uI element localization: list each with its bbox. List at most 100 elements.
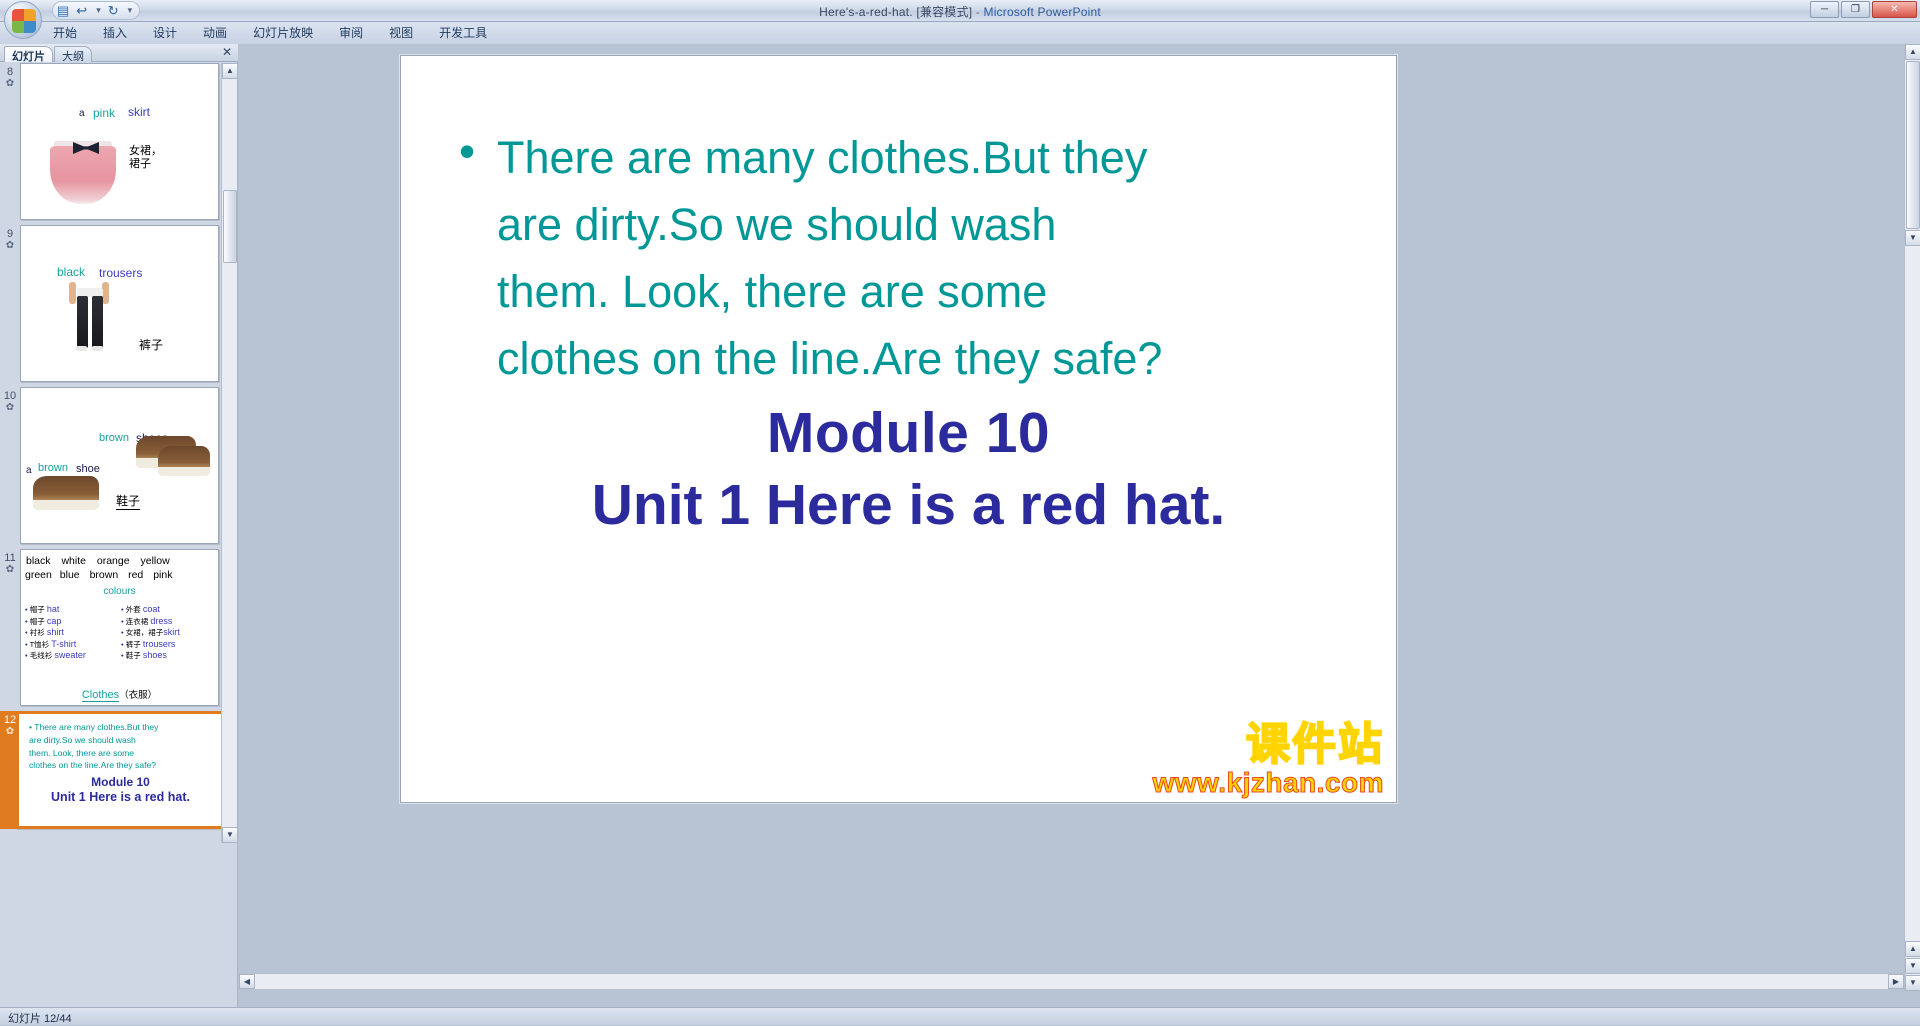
thumb9-cn-1: 裤子 xyxy=(139,336,163,353)
slide-text-placeholder[interactable]: • There are many clothes.But they are di… xyxy=(459,124,1358,542)
tab-developer[interactable]: 开发工具 xyxy=(426,22,500,44)
window-title-document: Here's-a-red-hat. [兼容模式] xyxy=(819,5,972,19)
window-title-separator: - xyxy=(972,5,983,19)
colour-black: black xyxy=(26,555,51,567)
customize-toolbar-icon[interactable]: ▾ xyxy=(128,5,133,16)
animation-star-icon: ✿ xyxy=(2,78,18,90)
quick-access-toolbar: ▤ ↩ ▾ ↻ ▾ xyxy=(52,1,140,20)
save-icon[interactable]: ▤ xyxy=(57,4,69,17)
list-item: • 裤子 trousers xyxy=(121,639,180,651)
slide-scroll-down-icon[interactable]: ▼ xyxy=(1905,230,1920,246)
list-item[interactable]: 9 ✿ black trousers 裤子 xyxy=(0,225,223,386)
tab-design[interactable]: 设计 xyxy=(140,22,190,44)
maximize-button[interactable]: ❐ xyxy=(1841,1,1870,18)
watermark-brand: 课件站 xyxy=(1152,723,1384,767)
close-button[interactable]: ✕ xyxy=(1872,1,1917,18)
title-bar: Here's-a-red-hat. [兼容模式] - Microsoft Pow… xyxy=(0,0,1920,22)
scrollbar-thumb[interactable] xyxy=(223,190,237,263)
list-item[interactable]: 10 ✿ brown shoes a brown shoe 鞋子 xyxy=(0,387,223,548)
slide-horizontal-scrollbar[interactable]: ◀ ▶ xyxy=(239,973,1904,989)
thumb10-word-shoe: shoe xyxy=(76,463,100,475)
list-item[interactable]: 8 ✿ a pink skirt 女裙， 裙子 xyxy=(0,63,223,224)
slide-counter: 幻灯片 12/44 xyxy=(8,1010,72,1026)
slide-thumbnail-12[interactable]: • There are many clothes.But they are di… xyxy=(16,711,223,829)
thumb10-word-brown-1: brown xyxy=(99,432,129,444)
tab-home[interactable]: 开始 xyxy=(40,22,90,44)
slide-number: 11 ✿ xyxy=(2,552,18,576)
window-controls: ─ ❐ ✕ xyxy=(1810,1,1917,18)
slide-thumbnail-10[interactable]: brown shoes a brown shoe 鞋子 xyxy=(20,387,219,544)
slide-number: 8 ✿ xyxy=(2,66,18,90)
window-title: Here's-a-red-hat. [兼容模式] - Microsoft Pow… xyxy=(0,3,1920,20)
animation-star-icon: ✿ xyxy=(2,564,18,576)
slide-body-line-1: There are many clothes.But they xyxy=(497,124,1162,191)
thumb10-cn-1: 鞋子 xyxy=(116,492,140,510)
list-item: • 外套 coat xyxy=(121,604,180,616)
thumb11-right-list: • 外套 coat • 连衣裙 dress • 女裙，裙子skirt • 裤子 … xyxy=(121,604,180,662)
tab-slideshow[interactable]: 幻灯片放映 xyxy=(240,22,326,44)
slide-body-line-4: clothes on the line.Are they safe? xyxy=(497,325,1162,392)
list-item: • 毛线衫 sweater xyxy=(25,650,86,662)
scroll-down-icon[interactable]: ▼ xyxy=(222,827,238,843)
window-title-app: Microsoft PowerPoint xyxy=(984,5,1101,19)
next-slide-icon[interactable]: ▼ xyxy=(1905,958,1920,974)
tab-view[interactable]: 视图 xyxy=(376,22,426,44)
thumb9-word-black: black xyxy=(57,265,85,279)
slide-vertical-scrollbar[interactable]: ▲ ▼ ▲ ▼ ▼ xyxy=(1904,44,1920,991)
colour-yellow: yellow xyxy=(141,555,170,567)
slide-body-line-3: them. Look, there are some xyxy=(497,258,1162,325)
thumb11-colour-row-2: green blue brown red pink xyxy=(25,569,215,581)
colour-red: red xyxy=(128,569,143,581)
hscroll-right-icon[interactable]: ▶ xyxy=(1888,974,1904,989)
pane-tab-outline[interactable]: 大纲 xyxy=(54,46,92,62)
previous-slide-icon[interactable]: ▲ xyxy=(1905,941,1920,957)
thumb8-word-a: a xyxy=(79,108,85,119)
pane-tab-slides[interactable]: 幻灯片 xyxy=(4,46,53,62)
colour-pink: pink xyxy=(153,569,172,581)
scroll-up-icon[interactable]: ▲ xyxy=(222,63,238,79)
thumb8-word-skirt: skirt xyxy=(128,105,150,119)
hscroll-left-icon[interactable]: ◀ xyxy=(239,974,255,989)
thumb11-footer-en: Clothes xyxy=(82,689,119,702)
slide-thumbnail-9[interactable]: black trousers 裤子 xyxy=(20,225,219,382)
slide-body-line-2: are dirty.So we should wash xyxy=(497,191,1162,258)
list-item: • 帽子 cap xyxy=(25,616,86,628)
redo-icon[interactable]: ↻ xyxy=(108,4,119,17)
thumbnail-scrollbar[interactable]: ▲ ▼ xyxy=(221,63,237,843)
thumb11-footer-cn: （衣服） xyxy=(119,690,157,701)
slide-number: 10 ✿ xyxy=(2,390,18,414)
thumb8-cn-2: 裙子 xyxy=(129,155,151,171)
tab-animations[interactable]: 动画 xyxy=(190,22,240,44)
colour-green: green xyxy=(25,569,52,581)
tab-insert[interactable]: 插入 xyxy=(90,22,140,44)
undo-dropdown-icon[interactable]: ▾ xyxy=(96,5,101,16)
thumbnail-list[interactable]: 8 ✿ a pink skirt 女裙， 裙子 9 ✿ xyxy=(0,63,223,843)
slide-thumbnail-11[interactable]: black white orange yellow green blue bro… xyxy=(20,549,219,706)
slide-thumbnail-8[interactable]: a pink skirt 女裙， 裙子 xyxy=(20,63,219,220)
colour-orange: orange xyxy=(97,555,130,567)
minimize-button[interactable]: ─ xyxy=(1810,1,1839,18)
colour-white: white xyxy=(61,555,86,567)
undo-icon[interactable]: ↩ xyxy=(76,4,87,17)
animation-star-icon: ✿ xyxy=(2,402,18,414)
slide-number: 9 ✿ xyxy=(2,228,18,252)
slide-canvas[interactable]: • There are many clothes.But they are di… xyxy=(400,55,1397,803)
list-item: • 鞋子 shoes xyxy=(121,650,180,662)
colour-brown: brown xyxy=(90,569,119,581)
slide-scroll-up-icon[interactable]: ▲ xyxy=(1905,44,1920,60)
close-pane-icon[interactable]: ✕ xyxy=(222,46,232,59)
slide-scroll-bottom-icon[interactable]: ▼ xyxy=(1905,975,1920,991)
thumb8-word-pink: pink xyxy=(93,106,115,120)
slide-scrollbar-thumb[interactable] xyxy=(1906,61,1920,229)
thumb12-body: • There are many clothes.But they are di… xyxy=(29,721,218,772)
list-item[interactable]: 12 ✿ • There are many clothes.But they a… xyxy=(0,711,223,843)
colour-blue: blue xyxy=(60,569,80,581)
office-button[interactable] xyxy=(4,1,42,39)
list-item: • T恤衫 T-shirt xyxy=(25,639,86,651)
tab-review[interactable]: 审阅 xyxy=(326,22,376,44)
ribbon-tabs: 开始 插入 设计 动画 幻灯片放映 审阅 视图 开发工具 xyxy=(0,22,1920,44)
thumb10-word-a: a xyxy=(26,465,32,476)
thumb9-word-trousers: trousers xyxy=(99,266,142,280)
list-item[interactable]: 11 ✿ black white orange yellow green blu… xyxy=(0,549,223,710)
animation-star-icon: ✿ xyxy=(2,240,18,252)
